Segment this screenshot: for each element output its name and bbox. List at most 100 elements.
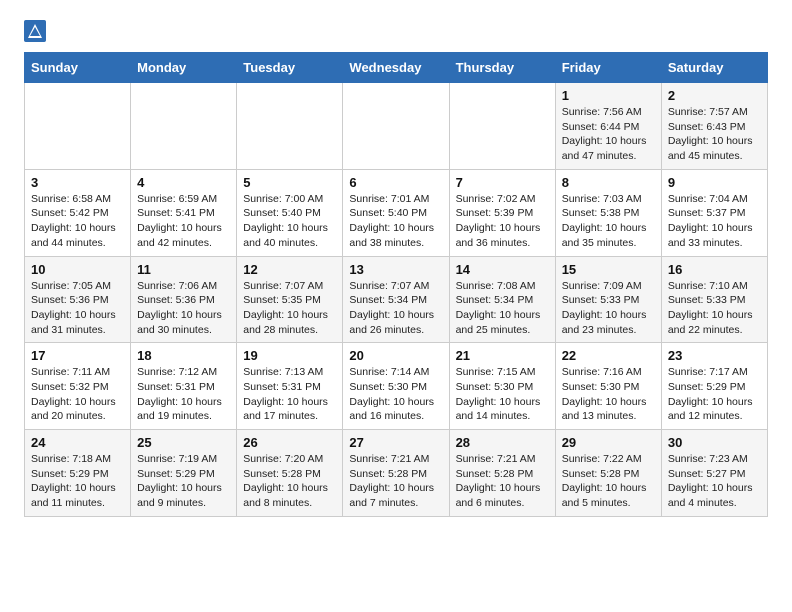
day-number: 19 bbox=[243, 348, 336, 363]
day-number: 26 bbox=[243, 435, 336, 450]
calendar-table: SundayMondayTuesdayWednesdayThursdayFrid… bbox=[24, 52, 768, 517]
calendar-cell: 12 Sunrise: 7:07 AM Sunset: 5:35 PM Dayli… bbox=[237, 256, 343, 343]
logo bbox=[24, 20, 50, 42]
day-number: 27 bbox=[349, 435, 442, 450]
day-number: 13 bbox=[349, 262, 442, 277]
day-info: Sunrise: 7:57 AM Sunset: 6:43 PM Dayligh… bbox=[668, 105, 761, 164]
calendar-cell: 29Sunrise: 7:22 AM Sunset: 5:28 PM Dayli… bbox=[555, 430, 661, 517]
calendar-cell: 26 Sunrise: 7:20 AM Sunset: 5:28 PM Dayli… bbox=[237, 430, 343, 517]
logo-icon bbox=[24, 20, 46, 42]
calendar-cell: 8 Sunrise: 7:03 AM Sunset: 5:38 PM Daylig… bbox=[555, 169, 661, 256]
day-header-friday: Friday bbox=[555, 53, 661, 83]
calendar-cell: 11 Sunrise: 7:06 AM Sunset: 5:36 PM Dayli… bbox=[131, 256, 237, 343]
calendar-cell: 25 Sunrise: 7:19 AM Sunset: 5:29 PM Dayli… bbox=[131, 430, 237, 517]
day-info: Sunrise: 7:09 AM Sunset: 5:33 PM Dayligh… bbox=[562, 279, 655, 338]
day-number: 1 bbox=[562, 88, 655, 103]
day-number: 5 bbox=[243, 175, 336, 190]
day-number: 16 bbox=[668, 262, 761, 277]
calendar-cell: 23Sunrise: 7:17 AM Sunset: 5:29 PM Dayli… bbox=[661, 343, 767, 430]
day-number: 24 bbox=[31, 435, 124, 450]
day-number: 25 bbox=[137, 435, 230, 450]
day-info: Sunrise: 7:22 AM Sunset: 5:28 PM Dayligh… bbox=[562, 452, 655, 511]
calendar-cell: 17 Sunrise: 7:11 AM Sunset: 5:32 PM Dayli… bbox=[25, 343, 131, 430]
calendar-cell bbox=[131, 83, 237, 170]
day-number: 15 bbox=[562, 262, 655, 277]
day-number: 10 bbox=[31, 262, 124, 277]
calendar-cell bbox=[343, 83, 449, 170]
day-number: 8 bbox=[562, 175, 655, 190]
day-number: 7 bbox=[456, 175, 549, 190]
day-info: Sunrise: 7:23 AM Sunset: 5:27 PM Dayligh… bbox=[668, 452, 761, 511]
day-info: Sunrise: 7:02 AM Sunset: 5:39 PM Dayligh… bbox=[456, 192, 549, 251]
day-number: 22 bbox=[562, 348, 655, 363]
day-info: Sunrise: 7:19 AM Sunset: 5:29 PM Dayligh… bbox=[137, 452, 230, 511]
day-number: 11 bbox=[137, 262, 230, 277]
day-info: Sunrise: 7:00 AM Sunset: 5:40 PM Dayligh… bbox=[243, 192, 336, 251]
day-info: Sunrise: 7:06 AM Sunset: 5:36 PM Dayligh… bbox=[137, 279, 230, 338]
day-number: 17 bbox=[31, 348, 124, 363]
calendar-cell: 28 Sunrise: 7:21 AM Sunset: 5:28 PM Dayli… bbox=[449, 430, 555, 517]
day-info: Sunrise: 6:59 AM Sunset: 5:41 PM Dayligh… bbox=[137, 192, 230, 251]
calendar-cell: 21 Sunrise: 7:15 AM Sunset: 5:30 PM Dayli… bbox=[449, 343, 555, 430]
day-number: 4 bbox=[137, 175, 230, 190]
day-number: 21 bbox=[456, 348, 549, 363]
calendar-cell: 3 Sunrise: 6:58 AM Sunset: 5:42 PM Daylig… bbox=[25, 169, 131, 256]
calendar-cell: 1 Sunrise: 7:56 AM Sunset: 6:44 PM Daylig… bbox=[555, 83, 661, 170]
day-info: Sunrise: 7:11 AM Sunset: 5:32 PM Dayligh… bbox=[31, 365, 124, 424]
calendar-cell bbox=[25, 83, 131, 170]
calendar-cell: 22Sunrise: 7:16 AM Sunset: 5:30 PM Dayli… bbox=[555, 343, 661, 430]
day-info: Sunrise: 7:03 AM Sunset: 5:38 PM Dayligh… bbox=[562, 192, 655, 251]
day-info: Sunrise: 7:21 AM Sunset: 5:28 PM Dayligh… bbox=[349, 452, 442, 511]
calendar-cell: 18 Sunrise: 7:12 AM Sunset: 5:31 PM Dayli… bbox=[131, 343, 237, 430]
calendar-cell: 24 Sunrise: 7:18 AM Sunset: 5:29 PM Dayli… bbox=[25, 430, 131, 517]
calendar-cell: 19 Sunrise: 7:13 AM Sunset: 5:31 PM Dayli… bbox=[237, 343, 343, 430]
day-number: 3 bbox=[31, 175, 124, 190]
day-info: Sunrise: 7:01 AM Sunset: 5:40 PM Dayligh… bbox=[349, 192, 442, 251]
day-info: Sunrise: 7:56 AM Sunset: 6:44 PM Dayligh… bbox=[562, 105, 655, 164]
calendar-cell: 27 Sunrise: 7:21 AM Sunset: 5:28 PM Dayli… bbox=[343, 430, 449, 517]
day-number: 23 bbox=[668, 348, 761, 363]
day-number: 30 bbox=[668, 435, 761, 450]
day-info: Sunrise: 7:04 AM Sunset: 5:37 PM Dayligh… bbox=[668, 192, 761, 251]
day-number: 14 bbox=[456, 262, 549, 277]
day-number: 20 bbox=[349, 348, 442, 363]
day-info: Sunrise: 7:20 AM Sunset: 5:28 PM Dayligh… bbox=[243, 452, 336, 511]
day-number: 18 bbox=[137, 348, 230, 363]
day-number: 2 bbox=[668, 88, 761, 103]
day-number: 6 bbox=[349, 175, 442, 190]
day-header-sunday: Sunday bbox=[25, 53, 131, 83]
day-header-wednesday: Wednesday bbox=[343, 53, 449, 83]
calendar-cell: 4 Sunrise: 6:59 AM Sunset: 5:41 PM Daylig… bbox=[131, 169, 237, 256]
calendar-cell: 2 Sunrise: 7:57 AM Sunset: 6:43 PM Daylig… bbox=[661, 83, 767, 170]
day-header-tuesday: Tuesday bbox=[237, 53, 343, 83]
calendar-cell: 6 Sunrise: 7:01 AM Sunset: 5:40 PM Daylig… bbox=[343, 169, 449, 256]
day-number: 28 bbox=[456, 435, 549, 450]
day-info: Sunrise: 7:14 AM Sunset: 5:30 PM Dayligh… bbox=[349, 365, 442, 424]
day-info: Sunrise: 7:15 AM Sunset: 5:30 PM Dayligh… bbox=[456, 365, 549, 424]
day-info: Sunrise: 7:08 AM Sunset: 5:34 PM Dayligh… bbox=[456, 279, 549, 338]
day-info: Sunrise: 7:12 AM Sunset: 5:31 PM Dayligh… bbox=[137, 365, 230, 424]
calendar-cell bbox=[449, 83, 555, 170]
day-number: 12 bbox=[243, 262, 336, 277]
day-header-saturday: Saturday bbox=[661, 53, 767, 83]
calendar-cell: 10 Sunrise: 7:05 AM Sunset: 5:36 PM Dayli… bbox=[25, 256, 131, 343]
calendar-cell: 20 Sunrise: 7:14 AM Sunset: 5:30 PM Dayli… bbox=[343, 343, 449, 430]
day-info: Sunrise: 7:07 AM Sunset: 5:35 PM Dayligh… bbox=[243, 279, 336, 338]
day-info: Sunrise: 7:05 AM Sunset: 5:36 PM Dayligh… bbox=[31, 279, 124, 338]
day-header-thursday: Thursday bbox=[449, 53, 555, 83]
day-number: 9 bbox=[668, 175, 761, 190]
day-info: Sunrise: 7:07 AM Sunset: 5:34 PM Dayligh… bbox=[349, 279, 442, 338]
calendar-cell: 15 Sunrise: 7:09 AM Sunset: 5:33 PM Dayli… bbox=[555, 256, 661, 343]
calendar-cell: 9 Sunrise: 7:04 AM Sunset: 5:37 PM Daylig… bbox=[661, 169, 767, 256]
calendar-cell: 30 Sunrise: 7:23 AM Sunset: 5:27 PM Dayli… bbox=[661, 430, 767, 517]
day-header-monday: Monday bbox=[131, 53, 237, 83]
day-info: Sunrise: 7:13 AM Sunset: 5:31 PM Dayligh… bbox=[243, 365, 336, 424]
calendar-cell: 13 Sunrise: 7:07 AM Sunset: 5:34 PM Dayli… bbox=[343, 256, 449, 343]
calendar-cell: 5 Sunrise: 7:00 AM Sunset: 5:40 PM Daylig… bbox=[237, 169, 343, 256]
day-info: Sunrise: 7:10 AM Sunset: 5:33 PM Dayligh… bbox=[668, 279, 761, 338]
calendar-cell bbox=[237, 83, 343, 170]
day-info: Sunrise: 7:18 AM Sunset: 5:29 PM Dayligh… bbox=[31, 452, 124, 511]
day-info: Sunrise: 6:58 AM Sunset: 5:42 PM Dayligh… bbox=[31, 192, 124, 251]
calendar-cell: 16 Sunrise: 7:10 AM Sunset: 5:33 PM Dayli… bbox=[661, 256, 767, 343]
day-info: Sunrise: 7:21 AM Sunset: 5:28 PM Dayligh… bbox=[456, 452, 549, 511]
